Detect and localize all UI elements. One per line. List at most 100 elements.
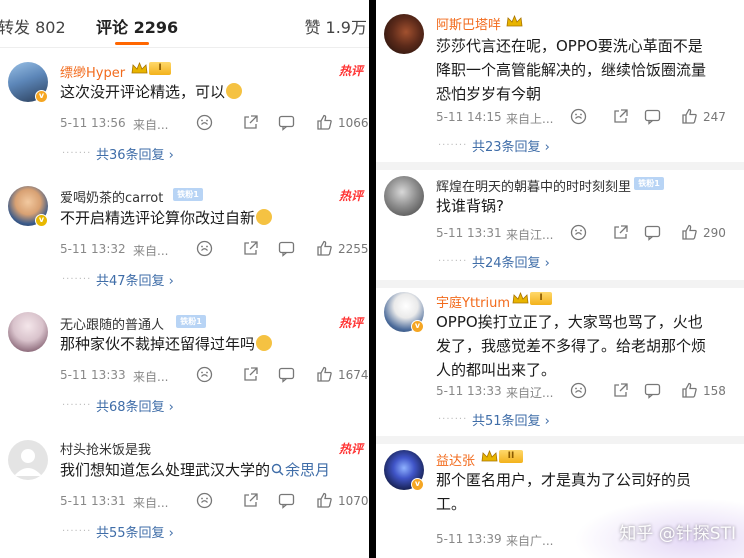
reply-icon[interactable] [644,108,661,125]
tab-comments[interactable]: 评论 2296 [96,14,178,38]
section-divider [376,280,744,288]
reply-dots: ······· [62,526,92,537]
reply-icon[interactable] [278,240,295,257]
tab-reposts[interactable]: 转发 802 [0,14,66,38]
like-icon[interactable] [316,366,333,383]
like-count: 1066 [338,116,369,130]
avatar[interactable] [8,312,48,352]
doge-emoji-icon [226,83,243,99]
view-replies-link[interactable]: 共68条回复 › [96,396,174,415]
fan-badge: 铁粉1 [176,315,206,328]
reply-dots: ······· [62,400,92,411]
comment-source: 来自辽... [506,386,554,400]
reply-dots: ······· [438,414,468,425]
comment-item: v 爱喝奶茶的carrot 铁粉1 热评 不开启精选评论算你改过自新 5-11 … [0,180,369,290]
username[interactable]: 缥缈Hyper [60,62,125,81]
view-replies-link[interactable]: 共24条回复 › [472,252,550,271]
avatar[interactable] [384,176,424,216]
username[interactable]: 爱喝奶茶的carrot [60,187,163,206]
comment-text-line: 人的都叫出来了。 [436,361,557,379]
verified-icon: v [35,214,48,227]
reply-icon[interactable] [278,492,295,509]
like-icon[interactable] [316,492,333,509]
comment-text-line: 恐怕岁岁有今朝 [436,85,542,103]
reply-icon[interactable] [644,224,661,241]
comment-text: 那种家伙不裁掉还留得过年吗 [60,332,273,356]
left-screenshot: 转发 802 评论 2296 赞 1.9万 v 缥缈Hyper I 热评 这次没… [0,0,369,558]
reply-icon[interactable] [644,382,661,399]
like-icon[interactable] [316,114,333,131]
comment-item: 村头抢米饭是我 热评 我们想知道怎么处理武汉大学的 余思月 5-11 13:31 … [0,434,369,552]
view-replies-link[interactable]: 共47条回复 › [96,270,174,289]
like-icon[interactable] [681,108,698,125]
hot-comment-badge: 热评 [338,442,363,456]
level-badge: I [149,62,171,75]
comment-icon[interactable] [570,108,587,125]
like-count: 1070 [338,494,369,508]
like-count: 247 [703,110,726,124]
crown-icon [481,450,498,462]
view-replies-link[interactable]: 共51条回复 › [472,410,550,429]
comment-source: 来自... [133,118,169,132]
verified-icon: v [411,320,424,333]
comment-time: 5-11 13:32 [60,242,126,256]
comment-text: 莎莎代言还在呢，OPPO要洗心革面不是 降职一个高管能解决的，继续恰饭圈流量 恐… [436,34,706,106]
share-icon[interactable] [612,108,629,125]
search-keyword-link[interactable]: 余思月 [270,461,330,479]
default-avatar-icon [14,449,42,476]
section-divider [376,162,744,170]
search-icon [271,463,284,476]
share-icon[interactable] [612,224,629,241]
share-icon[interactable] [242,366,259,383]
like-count: 290 [703,226,726,240]
fan-badge: 铁粉1 [634,177,664,190]
like-icon[interactable] [316,240,333,257]
avatar[interactable] [384,14,424,54]
comment-text-line: OPPO挨打立正了，大家骂也骂了，火也 [436,313,703,331]
comment-source: 来自江... [506,228,554,242]
share-icon[interactable] [242,114,259,131]
share-icon[interactable] [242,492,259,509]
comment-icon[interactable] [196,492,213,509]
comment-icon[interactable] [196,114,213,131]
comment-time: 5-11 13:31 [60,494,126,508]
like-count: 2255 [338,242,369,256]
reply-icon[interactable] [278,366,295,383]
reply-icon[interactable] [278,114,295,131]
comment-icon[interactable] [196,366,213,383]
reply-dots: ······· [62,148,92,159]
comment-time: 5-11 13:39 [436,532,502,546]
username[interactable]: 辉煌在明天的朝暮中的时时刻刻里 [436,176,631,195]
view-replies-link[interactable]: 共23条回复 › [472,136,550,155]
share-icon[interactable] [612,382,629,399]
comment-text-line: 那个匿名用户，才是真为了公司好的员 [436,471,692,489]
comment-text: 不开启精选评论算你改过自新 [60,206,273,230]
comment-item: 无心跟随的普通人 铁粉1 热评 那种家伙不裁掉还留得过年吗 5-11 13:33… [0,306,369,416]
tab-likes[interactable]: 赞 1.9万 [304,14,367,38]
like-icon[interactable] [681,382,698,399]
hot-comment-badge: 热评 [338,189,363,203]
avatar[interactable] [8,440,48,480]
level-badge: I [530,292,552,305]
username[interactable]: 宇庭Yttrium [436,292,510,311]
level-badge: II [499,450,523,463]
username[interactable]: 益达张 [436,450,475,469]
comment-icon[interactable] [570,382,587,399]
comment-source: 来自... [133,370,169,384]
comment-tabs: 转发 802 评论 2296 赞 1.9万 [0,0,369,48]
username[interactable]: 无心跟随的普通人 [60,314,164,333]
active-tab-indicator [115,42,149,45]
comment-item: 阿斯巴塔咩 莎莎代言还在呢，OPPO要洗心革面不是 降职一个高管能解决的，继续恰… [376,0,744,160]
view-replies-link[interactable]: 共36条回复 › [96,144,174,163]
comment-icon[interactable] [570,224,587,241]
comment-time: 5-11 14:15 [436,110,502,124]
view-replies-link[interactable]: 共55条回复 › [96,522,174,541]
crown-icon [512,292,529,304]
crown-icon [506,15,523,27]
share-icon[interactable] [242,240,259,257]
like-icon[interactable] [681,224,698,241]
username[interactable]: 村头抢米饭是我 [60,439,151,458]
username[interactable]: 阿斯巴塔咩 [436,14,501,33]
surprised-emoji-icon [256,209,273,225]
comment-icon[interactable] [196,240,213,257]
